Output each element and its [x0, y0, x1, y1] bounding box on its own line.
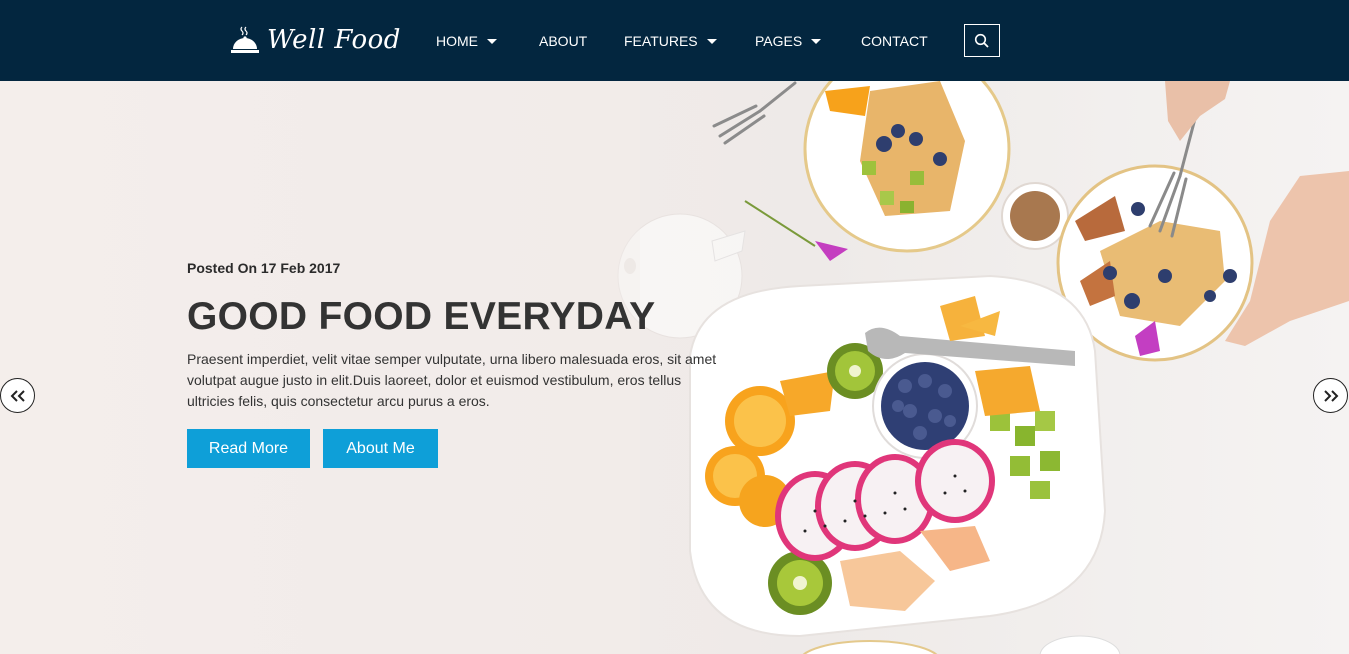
- caret-down-icon: [487, 38, 497, 44]
- slider-prev-button[interactable]: [0, 378, 35, 413]
- brand-name: Well Food: [267, 25, 401, 55]
- nav-item-about[interactable]: ABOUT: [539, 31, 587, 51]
- nav-label: FEATURES: [624, 33, 698, 49]
- caret-down-icon: [706, 38, 717, 44]
- nav-item-pages[interactable]: PAGES: [755, 31, 822, 51]
- post-date: Posted On 17 Feb 2017: [187, 260, 341, 276]
- nav-item-contact[interactable]: CONTACT: [861, 31, 928, 51]
- caret-down-icon: [811, 38, 822, 44]
- nav-label: HOME: [436, 33, 478, 49]
- search-button[interactable]: [964, 24, 1000, 57]
- double-chevron-right-icon: [1323, 389, 1338, 402]
- search-icon: [974, 33, 989, 48]
- slider-next-button[interactable]: [1313, 378, 1348, 413]
- nav-item-features[interactable]: FEATURES: [624, 31, 717, 51]
- nav-item-home[interactable]: HOME: [436, 31, 497, 51]
- nav-label: PAGES: [755, 33, 803, 49]
- hero-slider: Posted On 17 Feb 2017 GOOD FOOD EVERYDAY…: [0, 81, 1349, 654]
- double-chevron-left-icon: [10, 389, 25, 402]
- hero-title: GOOD FOOD EVERYDAY: [187, 295, 656, 338]
- cloche-icon: [231, 26, 259, 53]
- nav-label: ABOUT: [539, 33, 588, 49]
- about-me-button[interactable]: About Me: [323, 429, 438, 468]
- hero-description: Praesent imperdiet, velit vitae semper v…: [187, 351, 717, 409]
- brand-logo[interactable]: Well Food: [231, 20, 401, 60]
- read-more-button[interactable]: Read More: [187, 429, 310, 468]
- site-header: Well Food HOME ABOUT FEATURES PAGES CONT…: [0, 0, 1349, 81]
- nav-label: CONTACT: [861, 33, 928, 49]
